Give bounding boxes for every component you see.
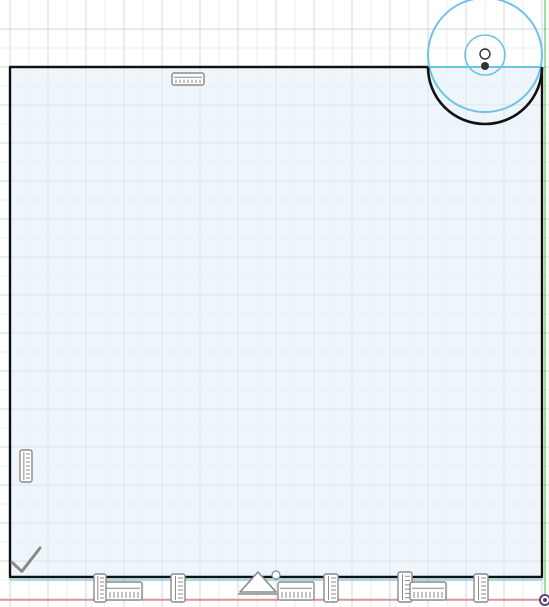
sketch-center-point[interactable] bbox=[479, 48, 491, 60]
coincident-point[interactable] bbox=[271, 570, 281, 580]
horizontal-constraint-icon[interactable] bbox=[172, 73, 204, 85]
origin-point-center bbox=[543, 598, 547, 602]
vertical-constraint-icon[interactable] bbox=[171, 574, 185, 602]
vertical-constraint-icon[interactable] bbox=[94, 574, 106, 602]
sketch-point[interactable] bbox=[481, 62, 489, 70]
horizontal-constraint-icon[interactable] bbox=[410, 582, 446, 600]
vertical-constraint-icon[interactable] bbox=[20, 450, 32, 482]
vertical-constraint-icon[interactable] bbox=[324, 574, 338, 602]
vertical-constraint-icon[interactable] bbox=[474, 574, 488, 602]
sketch-canvas[interactable] bbox=[0, 0, 549, 607]
horizontal-constraint-icon[interactable] bbox=[278, 582, 314, 600]
